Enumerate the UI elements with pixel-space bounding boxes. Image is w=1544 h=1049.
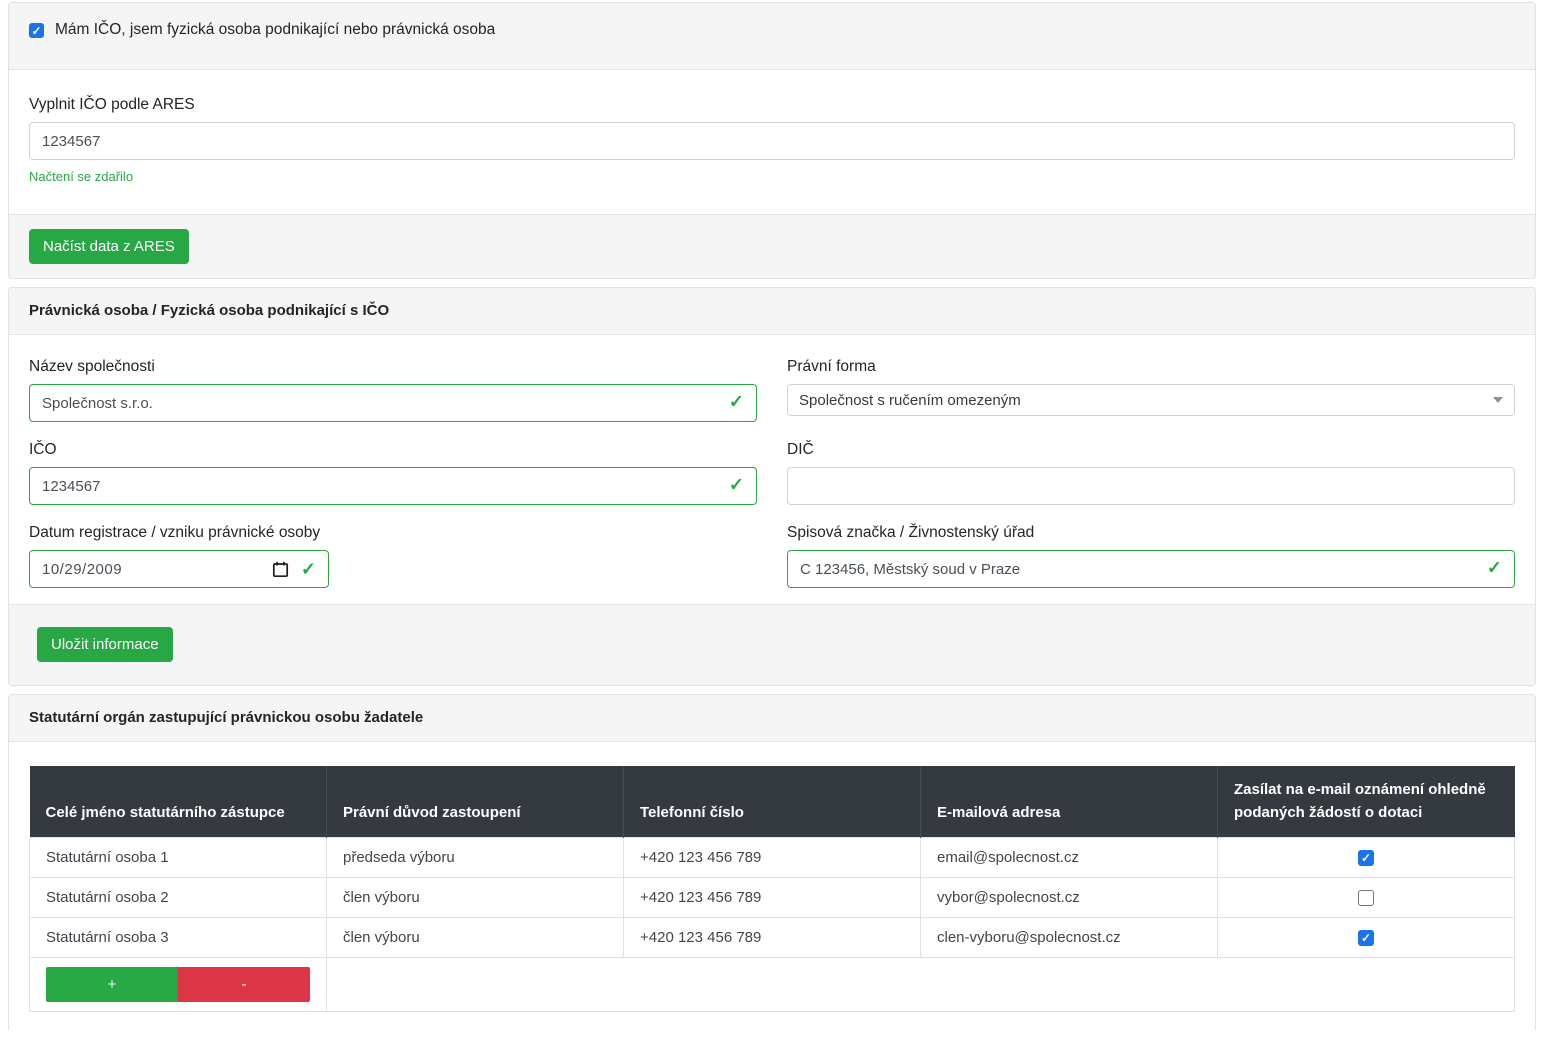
statutory-table: Celé jméno statutárního zástupce Právní … xyxy=(29,766,1515,1012)
cell-notify xyxy=(1218,877,1515,917)
ares-card-body: Vyplnit IČO podle ARES Načtení se zdařil… xyxy=(9,70,1535,214)
ico-checkbox-label[interactable]: Mám IČO, jsem fyzická osoba podnikající … xyxy=(55,21,495,39)
statutory-card: Statutární orgán zastupující právnickou … xyxy=(8,694,1536,1030)
cell-reason: předseda výboru xyxy=(327,837,624,877)
legal-form-select[interactable]: Společnost s ručením omezeným xyxy=(787,384,1515,416)
registration-date-value: 10/29/2009 xyxy=(42,561,272,578)
cell-reason: člen výboru xyxy=(327,877,624,917)
col-header-notify: Zasílat na e-mail oznámení ohledně podan… xyxy=(1218,766,1515,837)
cell-name: Statutární osoba 2 xyxy=(30,877,327,917)
valid-check-icon: ✓ xyxy=(301,559,316,580)
company-name-field: Název společnosti ✓ xyxy=(29,358,757,422)
company-name-input[interactable] xyxy=(29,384,757,422)
cell-notify xyxy=(1218,917,1515,957)
dic-field: DIČ xyxy=(787,441,1515,505)
registration-date-label: Datum registrace / vzniku právnické osob… xyxy=(29,524,757,542)
company-name-label: Název společnosti xyxy=(29,358,757,376)
company-card: Právnická osoba / Fyzická osoba podnikaj… xyxy=(8,287,1536,686)
company-card-body: Název společnosti ✓ Právní forma Společn… xyxy=(9,335,1535,604)
cell-name: Statutární osoba 3 xyxy=(30,917,327,957)
file-number-field: Spisová značka / Živnostenský úřad ✓ xyxy=(787,524,1515,588)
company-card-footer: Uložit informace xyxy=(9,604,1535,685)
statutory-section-title: Statutární orgán zastupující právnickou … xyxy=(29,709,423,726)
cell-email: email@spolecnost.cz xyxy=(921,837,1218,877)
legal-form-field: Právní forma Společnost s ručením omezen… xyxy=(787,358,1515,422)
table-actions-row: + - xyxy=(30,957,1515,1011)
file-number-input[interactable] xyxy=(787,550,1515,588)
cell-phone: +420 123 456 789 xyxy=(624,837,921,877)
table-header-row: Celé jméno statutárního zástupce Právní … xyxy=(30,766,1515,837)
save-info-button[interactable]: Uložit informace xyxy=(37,627,173,662)
ico-checkbox-row: Mám IČO, jsem fyzická osoba podnikající … xyxy=(29,21,1515,39)
calendar-icon[interactable] xyxy=(272,561,289,578)
cell-email: vybor@spolecnost.cz xyxy=(921,877,1218,917)
ico-checkbox[interactable] xyxy=(29,23,44,38)
cell-phone: +420 123 456 789 xyxy=(624,877,921,917)
load-ares-button[interactable]: Načíst data z ARES xyxy=(29,229,189,264)
notify-checkbox[interactable] xyxy=(1358,850,1374,866)
row-actions-cell: + - xyxy=(30,957,327,1011)
ares-card-footer: Načíst data z ARES xyxy=(9,214,1535,278)
ares-card-header: Mám IČO, jsem fyzická osoba podnikající … xyxy=(9,3,1535,70)
ares-success-message: Načtení se zdařilo xyxy=(29,169,1515,184)
remove-row-button[interactable]: - xyxy=(178,967,310,1002)
col-header-reason: Právní důvod zastoupení xyxy=(327,766,624,837)
legal-form-selected-value: Společnost s ručením omezeným xyxy=(799,392,1021,409)
empty-cell xyxy=(327,957,1515,1011)
cell-reason: člen výboru xyxy=(327,917,624,957)
cell-notify xyxy=(1218,837,1515,877)
col-header-phone: Telefonní číslo xyxy=(624,766,921,837)
statutory-card-body: Celé jméno statutárního zástupce Právní … xyxy=(9,742,1535,1030)
ares-card: Mám IČO, jsem fyzická osoba podnikající … xyxy=(8,2,1536,279)
statutory-card-header: Statutární orgán zastupující právnickou … xyxy=(9,695,1535,742)
legal-form-label: Právní forma xyxy=(787,358,1515,376)
company-section-title: Právnická osoba / Fyzická osoba podnikaj… xyxy=(29,302,389,319)
company-card-header: Právnická osoba / Fyzická osoba podnikaj… xyxy=(9,288,1535,335)
registration-date-field: Datum registrace / vzniku právnické osob… xyxy=(29,524,757,588)
table-row: Statutární osoba 1 předseda výboru +420 … xyxy=(30,837,1515,877)
ares-ico-label: Vyplnit IČO podle ARES xyxy=(29,96,1515,114)
file-number-label: Spisová značka / Živnostenský úřad xyxy=(787,524,1515,542)
chevron-down-icon xyxy=(1493,397,1503,403)
notify-checkbox[interactable] xyxy=(1358,890,1374,906)
cell-phone: +420 123 456 789 xyxy=(624,917,921,957)
registration-date-input[interactable]: 10/29/2009 ✓ xyxy=(29,550,329,588)
notify-checkbox[interactable] xyxy=(1358,930,1374,946)
table-row: Statutární osoba 3 člen výboru +420 123 … xyxy=(30,917,1515,957)
table-row: Statutární osoba 2 člen výboru +420 123 … xyxy=(30,877,1515,917)
ico-label: IČO xyxy=(29,441,757,459)
dic-label: DIČ xyxy=(787,441,1515,459)
cell-email: clen-vyboru@spolecnost.cz xyxy=(921,917,1218,957)
ares-ico-input-wrap xyxy=(29,122,1515,160)
ares-ico-input[interactable] xyxy=(29,122,1515,160)
form-page: Mám IČO, jsem fyzická osoba podnikající … xyxy=(0,0,1544,1030)
add-row-button[interactable]: + xyxy=(46,967,178,1002)
cell-name: Statutární osoba 1 xyxy=(30,837,327,877)
col-header-name: Celé jméno statutárního zástupce xyxy=(30,766,327,837)
dic-input[interactable] xyxy=(787,467,1515,505)
ico-field: IČO ✓ xyxy=(29,441,757,505)
ico-input[interactable] xyxy=(29,467,757,505)
col-header-email: E-mailová adresa xyxy=(921,766,1218,837)
